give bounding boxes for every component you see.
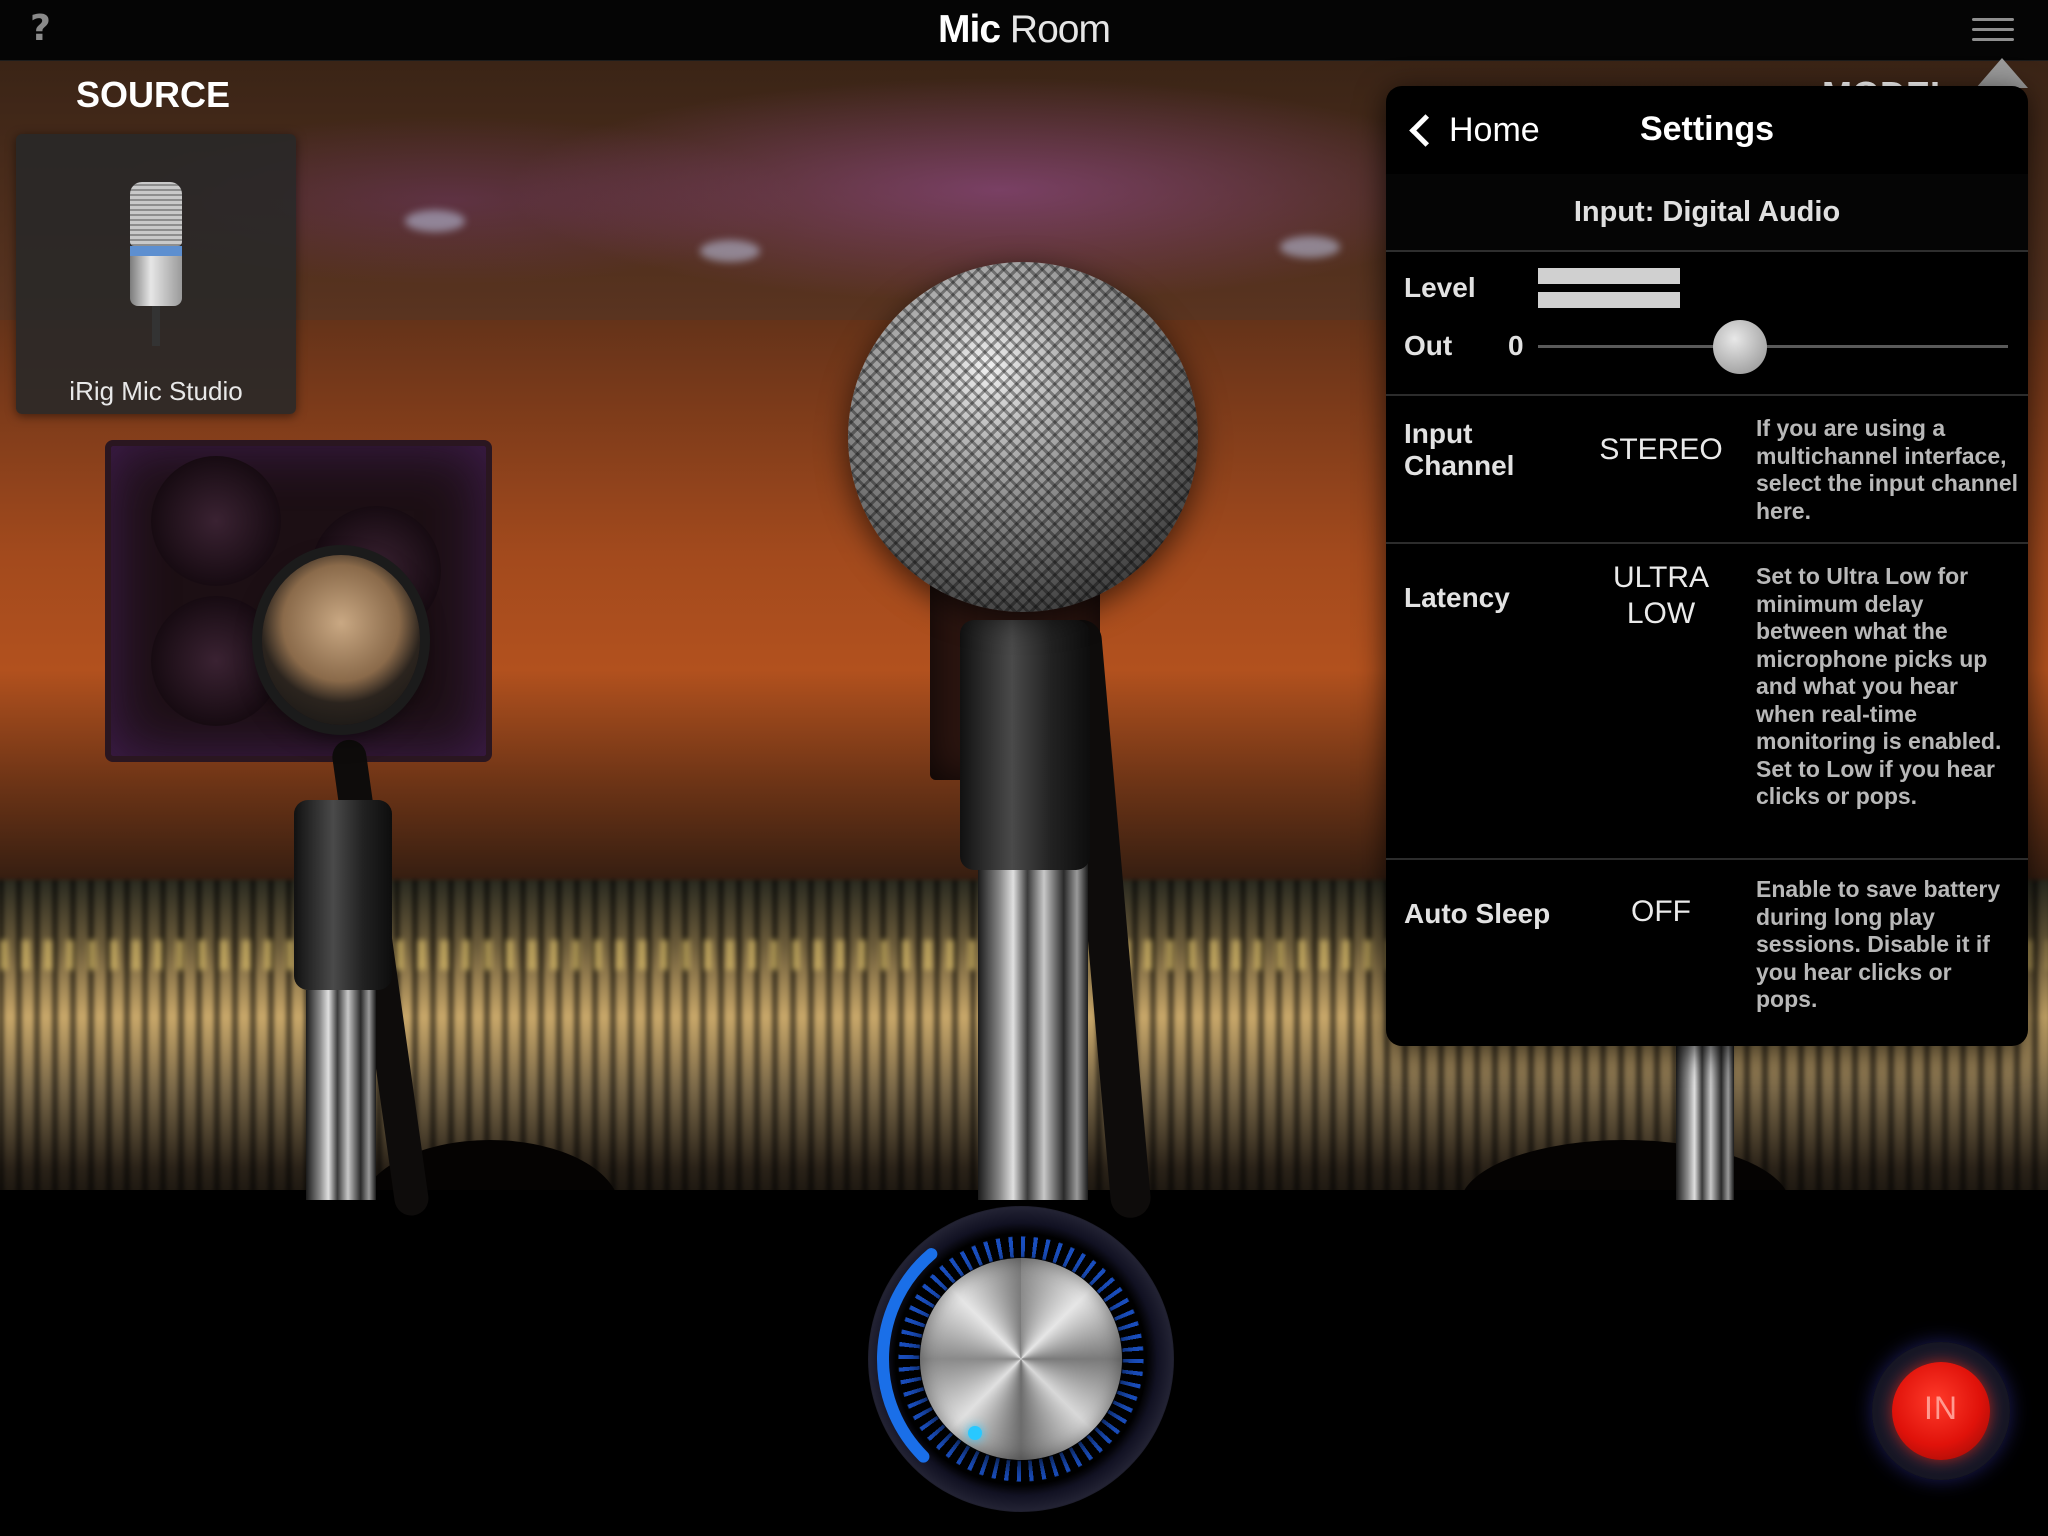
in-button-label: IN xyxy=(1924,1390,1958,1426)
dynamic-mic-head xyxy=(262,555,420,725)
selected-mic-head[interactable] xyxy=(848,262,1198,612)
divider xyxy=(1386,542,2028,544)
settings-panel: Home Settings Input: Digital Audio Level… xyxy=(1386,86,2028,1046)
latency-value-line2: LOW xyxy=(1626,597,1696,630)
level-meter xyxy=(1538,268,1680,316)
app-title-bold: Mic xyxy=(938,8,1001,51)
gain-knob[interactable] xyxy=(868,1206,1174,1512)
output-slider-track[interactable] xyxy=(1538,345,2008,348)
ceiling-light xyxy=(405,210,465,232)
ceiling-light xyxy=(1280,236,1340,258)
auto-sleep-value[interactable]: OFF xyxy=(1586,894,1736,930)
settings-header: Home Settings xyxy=(1386,86,2028,175)
output-slider-thumb[interactable] xyxy=(1713,320,1768,374)
app-title-light: Room xyxy=(1009,8,1111,51)
mic-stand xyxy=(1676,1040,1734,1200)
irig-mic-studio-icon xyxy=(130,182,182,346)
mic-clip xyxy=(294,800,392,990)
mic-clip xyxy=(960,620,1090,870)
out-value: 0 xyxy=(1508,330,1524,361)
menu-icon[interactable] xyxy=(1972,18,2014,44)
source-label: SOURCE xyxy=(76,74,231,115)
mic-stand xyxy=(978,860,1088,1200)
popover-caret xyxy=(1976,58,2028,88)
level-label: Level xyxy=(1404,272,1476,303)
auto-sleep-description: Enable to save battery during long play … xyxy=(1756,876,2001,1012)
top-bar: ? Mic Room xyxy=(0,0,2048,61)
latency-value[interactable]: ULTRA LOW xyxy=(1586,560,1736,632)
ceiling-light xyxy=(700,240,760,262)
divider xyxy=(1386,394,2028,396)
knob-indicator xyxy=(968,1426,982,1440)
input-channel-label-line1: Input xyxy=(1404,418,1473,449)
settings-title: Settings xyxy=(1639,110,1775,148)
latency-description: Set to Ultra Low for minimum delay betwe… xyxy=(1756,563,2002,809)
source-mic-tile[interactable]: iRig Mic Studio xyxy=(16,134,296,414)
input-channel-value[interactable]: STEREO xyxy=(1586,432,1736,468)
input-source-header: Input: Digital Audio xyxy=(1386,174,2028,252)
app-title: Mic Room xyxy=(0,8,2048,52)
mic-stand xyxy=(306,990,376,1200)
input-channel-label-line2: Channel xyxy=(1404,450,1515,481)
input-source-text: Input: Digital Audio xyxy=(1573,196,1841,228)
source-mic-name: iRig Mic Studio xyxy=(69,376,243,406)
latency-value-line1: ULTRA xyxy=(1612,561,1710,594)
latency-label: Latency xyxy=(1404,582,1510,613)
input-channel-label: Input Channel xyxy=(1404,418,1514,482)
in-button-light: IN xyxy=(1892,1362,1990,1460)
out-label: Out xyxy=(1404,330,1453,361)
input-channel-description: If you are using a multichannel interfac… xyxy=(1756,415,2018,524)
divider xyxy=(1386,858,2028,860)
auto-sleep-label: Auto Sleep xyxy=(1404,898,1551,929)
knob-cap xyxy=(920,1258,1122,1460)
input-monitor-button[interactable]: IN xyxy=(1872,1342,2010,1480)
